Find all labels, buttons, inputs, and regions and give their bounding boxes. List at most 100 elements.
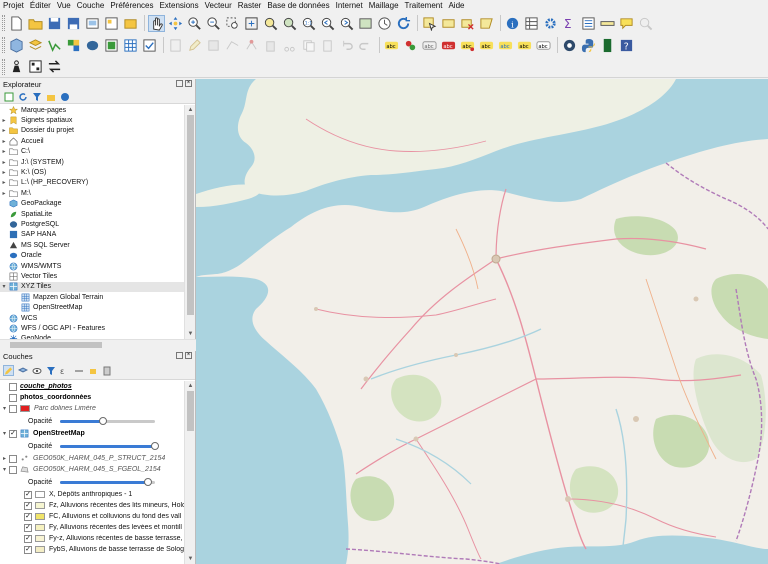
opacity-slider[interactable]: [60, 416, 156, 426]
redo-icon[interactable]: [357, 37, 374, 54]
info-icon[interactable]: [59, 91, 70, 102]
select-by-value-icon[interactable]: [440, 15, 457, 32]
collapse-all-icon[interactable]: [87, 365, 98, 376]
zoom-out-icon[interactable]: [205, 15, 222, 32]
refresh-icon[interactable]: [395, 15, 412, 32]
delete-selected-icon[interactable]: [262, 37, 279, 54]
layer-visibility-checkbox[interactable]: [9, 454, 17, 463]
expand-arrow-icon[interactable]: ▸: [0, 169, 8, 176]
legend-class-row[interactable]: ✓ Fy, Alluvions récentes des levées et mo…: [0, 522, 184, 533]
menu-base-de-donnees[interactable]: Base de données: [267, 0, 329, 12]
close-panel-icon[interactable]: ×: [185, 80, 192, 87]
browser-item-postgresql[interactable]: PostgreSQL: [0, 219, 184, 229]
zoom-next-icon[interactable]: [338, 15, 355, 32]
layer-visibility-checkbox[interactable]: ✓: [24, 523, 32, 532]
annotation-icon[interactable]: [618, 15, 635, 32]
data-source-manager-icon[interactable]: [8, 37, 25, 54]
layer-visibility-checkbox[interactable]: ✓: [24, 534, 32, 543]
browser-item-mssql[interactable]: MS SQL Server: [0, 240, 184, 250]
select-features-icon[interactable]: [421, 15, 438, 32]
expand-arrow-icon[interactable]: ▸: [0, 179, 8, 186]
browser-item-drive[interactable]: ▸ M:\: [0, 188, 184, 198]
add-grid-icon[interactable]: [122, 37, 139, 54]
layer-visibility-checkbox[interactable]: [9, 465, 17, 474]
label-property-icon[interactable]: abc: [497, 37, 514, 54]
undo-icon[interactable]: [338, 37, 355, 54]
menu-vue[interactable]: Vue: [57, 0, 71, 12]
remove-layer-icon[interactable]: [101, 365, 112, 376]
legend-class-row[interactable]: ✓ X, Dépôts anthropiques - 1: [0, 489, 184, 500]
cut-icon[interactable]: [281, 37, 298, 54]
expand-arrow-icon[interactable]: ▾: [0, 466, 9, 473]
menu-couche[interactable]: Couche: [77, 0, 105, 12]
layer-visibility-checkbox[interactable]: ✓: [24, 545, 32, 554]
python-console-icon[interactable]: [580, 37, 597, 54]
expand-all-icon[interactable]: [73, 365, 84, 376]
browser-item-globe[interactable]: WFS / OGC API - Features: [0, 323, 184, 333]
browser-item-globe[interactable]: WCS: [0, 313, 184, 323]
decorations-icon[interactable]: [637, 15, 654, 32]
menu-preferences[interactable]: Préférences: [110, 0, 153, 12]
browser-item-grid[interactable]: Mapzen Global Terrain: [0, 292, 184, 302]
expand-arrow-icon[interactable]: ▾: [0, 405, 9, 412]
label-change-icon[interactable]: abc: [516, 37, 533, 54]
browser-item-database[interactable]: SAP HANA: [0, 230, 184, 240]
add-wfs-icon[interactable]: [141, 37, 158, 54]
layer-row[interactable]: ▾ Parc dolines Limère: [0, 403, 184, 414]
toolbar-grip[interactable]: [2, 58, 5, 75]
plugin-qr-icon[interactable]: [27, 58, 44, 75]
save-as-icon[interactable]: [65, 15, 82, 32]
digitize-icon[interactable]: [224, 37, 241, 54]
swap-arrows-icon[interactable]: [46, 58, 63, 75]
layer-visibility-checkbox[interactable]: [9, 393, 17, 402]
expand-arrow-icon[interactable]: ▸: [0, 138, 8, 145]
zoom-layer-icon[interactable]: [281, 15, 298, 32]
add-vector-layer-icon[interactable]: [46, 37, 63, 54]
layer-visibility-checkbox[interactable]: ✓: [24, 512, 32, 521]
print-layout-icon[interactable]: [84, 15, 101, 32]
identify-icon[interactable]: i: [504, 15, 521, 32]
layer-row[interactable]: couche_photos: [0, 381, 184, 392]
browser-item-folder[interactable]: ▸ Dossier du projet: [0, 126, 184, 136]
copy-icon[interactable]: [300, 37, 317, 54]
label-highlight-icon[interactable]: [402, 37, 419, 54]
toolbar-grip[interactable]: [2, 15, 5, 31]
opacity-slider[interactable]: [60, 477, 156, 487]
layout-manager-icon[interactable]: [103, 15, 120, 32]
statistics-sigma-icon[interactable]: Σ: [561, 15, 578, 32]
zoom-native-icon[interactable]: 1:1: [300, 15, 317, 32]
menu-internet[interactable]: Internet: [336, 0, 363, 12]
expand-arrow-icon[interactable]: ▸: [0, 148, 8, 155]
zoom-rubberband-icon[interactable]: [224, 15, 241, 32]
browser-item-star[interactable]: Marque-pages: [0, 105, 184, 115]
expand-arrow-icon[interactable]: ▾: [0, 283, 8, 290]
browser-item-oracle[interactable]: Oracle: [0, 250, 184, 260]
diagram-icon[interactable]: abc: [535, 37, 552, 54]
measure-icon[interactable]: [599, 15, 616, 32]
label-toolbar-abc-icon[interactable]: abc: [383, 37, 400, 54]
help-icon[interactable]: ?: [618, 37, 635, 54]
label-pin-icon[interactable]: abc: [421, 37, 438, 54]
browser-item-spatialite[interactable]: SpatiaLite: [0, 209, 184, 219]
close-panel-icon[interactable]: ×: [185, 352, 192, 359]
layer-row[interactable]: ▸ GEO050K_HARM_045_P_STRUCT_2154: [0, 453, 184, 464]
toggle-editing-pencil-icon[interactable]: [186, 37, 203, 54]
zoom-last-icon[interactable]: [319, 15, 336, 32]
toolbar-grip[interactable]: [2, 37, 5, 53]
add-raster-layer-icon[interactable]: [65, 37, 82, 54]
expand-arrow-icon[interactable]: ▸: [0, 455, 9, 462]
browser-item-drive[interactable]: ▸ K:\ (OS): [0, 167, 184, 177]
add-group-icon[interactable]: [17, 365, 28, 376]
add-wms-icon[interactable]: [103, 37, 120, 54]
new-layer-icon[interactable]: [27, 37, 44, 54]
add-postgis-icon[interactable]: [84, 37, 101, 54]
browser-item-grid[interactable]: OpenStreetMap: [0, 302, 184, 312]
browser-item-vector-tiles[interactable]: Vector Tiles: [0, 271, 184, 281]
pan-hand-icon[interactable]: [148, 14, 165, 32]
expand-arrow-icon[interactable]: ▸: [0, 117, 8, 124]
menu-projet[interactable]: Projet: [3, 0, 24, 12]
browser-item-bookmark[interactable]: ▸ Signets spatiaux: [0, 115, 184, 125]
toolbox-gear-icon[interactable]: [542, 15, 559, 32]
layer-row[interactable]: ▾ ✓ OpenStreetMap: [0, 428, 184, 439]
map-canvas[interactable]: [196, 79, 768, 564]
